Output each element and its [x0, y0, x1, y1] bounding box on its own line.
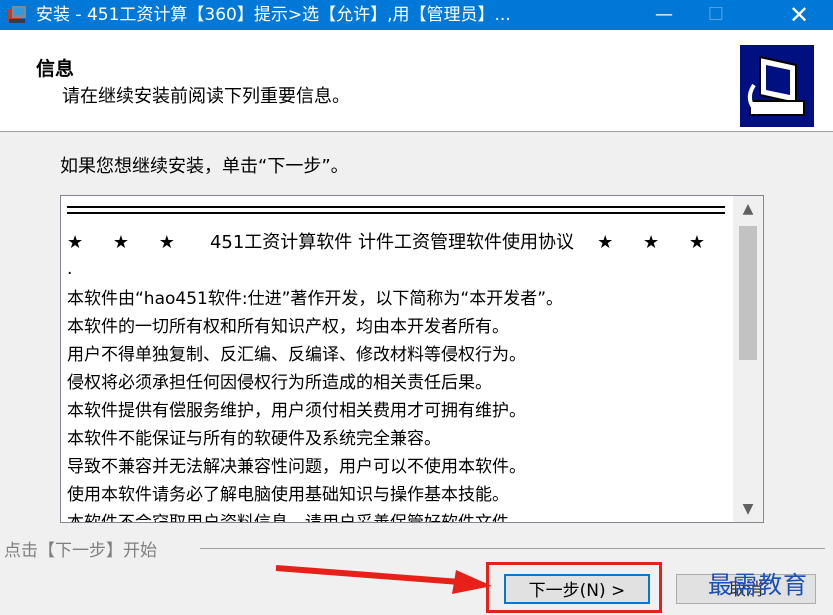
status-label: 点击【下一步】开始 [4, 541, 157, 561]
scroll-up-icon[interactable]: ▲ [733, 196, 763, 222]
license-line: 用户不得单独复制、反汇编、反编译、修改材料等侵权行为。 [67, 345, 526, 365]
license-heading-text: 451工资计算软件 计件工资管理软件使用协议 [209, 232, 575, 253]
highlight-box [486, 562, 662, 613]
stars-left: ★ ★ ★ [67, 232, 187, 253]
instruction-text: 如果您想继续安装，单击“下一步”。 [60, 156, 349, 177]
watermark-text: 最需教育 [708, 571, 808, 599]
license-line: 使用本软件请务必了解电脑使用基础知识与操作基本技能。 [67, 485, 509, 505]
maximize-button[interactable]: ☐ [693, 0, 739, 30]
license-line: 本软件提供有偿服务维护，用户须付相关费用才可拥有维护。 [67, 401, 526, 421]
license-line: 导致不兼容并无法解决兼容性问题，用户可以不使用本软件。 [67, 457, 526, 477]
page-subtitle: 请在继续安装前阅读下列重要信息。 [62, 86, 350, 107]
license-dot: . [67, 259, 73, 279]
window-title: 安装 - 451工资计算【360】提示>选【允许】,用【管理员】... [36, 5, 511, 25]
computer-icon [740, 45, 814, 127]
divider [67, 212, 725, 214]
title-bar[interactable]: 安装 - 451工资计算【360】提示>选【允许】,用【管理员】... — ☐ … [0, 0, 833, 30]
minimize-button[interactable]: — [641, 0, 687, 30]
page-title: 信息 [36, 58, 75, 80]
wizard-header: 信息 请在继续安装前阅读下列重要信息。 [0, 30, 833, 132]
license-textbox[interactable]: ★ ★ ★ 451工资计算软件 计件工资管理软件使用协议 ★ ★ ★ . 本软件… [60, 195, 764, 523]
separator-line [200, 548, 825, 549]
scroll-down-icon[interactable]: ▼ [733, 496, 763, 522]
scroll-thumb[interactable] [739, 226, 757, 360]
red-arrow-annotation [275, 565, 492, 594]
divider [67, 206, 725, 208]
license-heading: ★ ★ ★ 451工资计算软件 计件工资管理软件使用协议 ★ ★ ★ [67, 232, 717, 254]
stars-right: ★ ★ ★ [597, 232, 717, 253]
vertical-scrollbar[interactable]: ▲ ▼ [733, 196, 763, 522]
license-line: 本软件由“hao451软件:仕进”著作开发，以下简称为“本开发者”。 [67, 289, 563, 309]
license-line: 本软件不会窃取用户资料信息，请用户妥善保管好软件文件。 [67, 512, 526, 522]
license-text-area[interactable]: ★ ★ ★ 451工资计算软件 计件工资管理软件使用协议 ★ ★ ★ . 本软件… [61, 196, 733, 522]
license-line: 本软件不能保证与所有的软硬件及系统完全兼容。 [67, 429, 441, 449]
license-line: 本软件的一切所有权和所有知识产权，均由本开发者所有。 [67, 317, 509, 337]
close-button[interactable]: ✕ [776, 0, 822, 30]
installer-icon [7, 6, 26, 23]
license-line: 侵权将必须承担任何因侵权行为所造成的相关责任后果。 [67, 373, 492, 393]
